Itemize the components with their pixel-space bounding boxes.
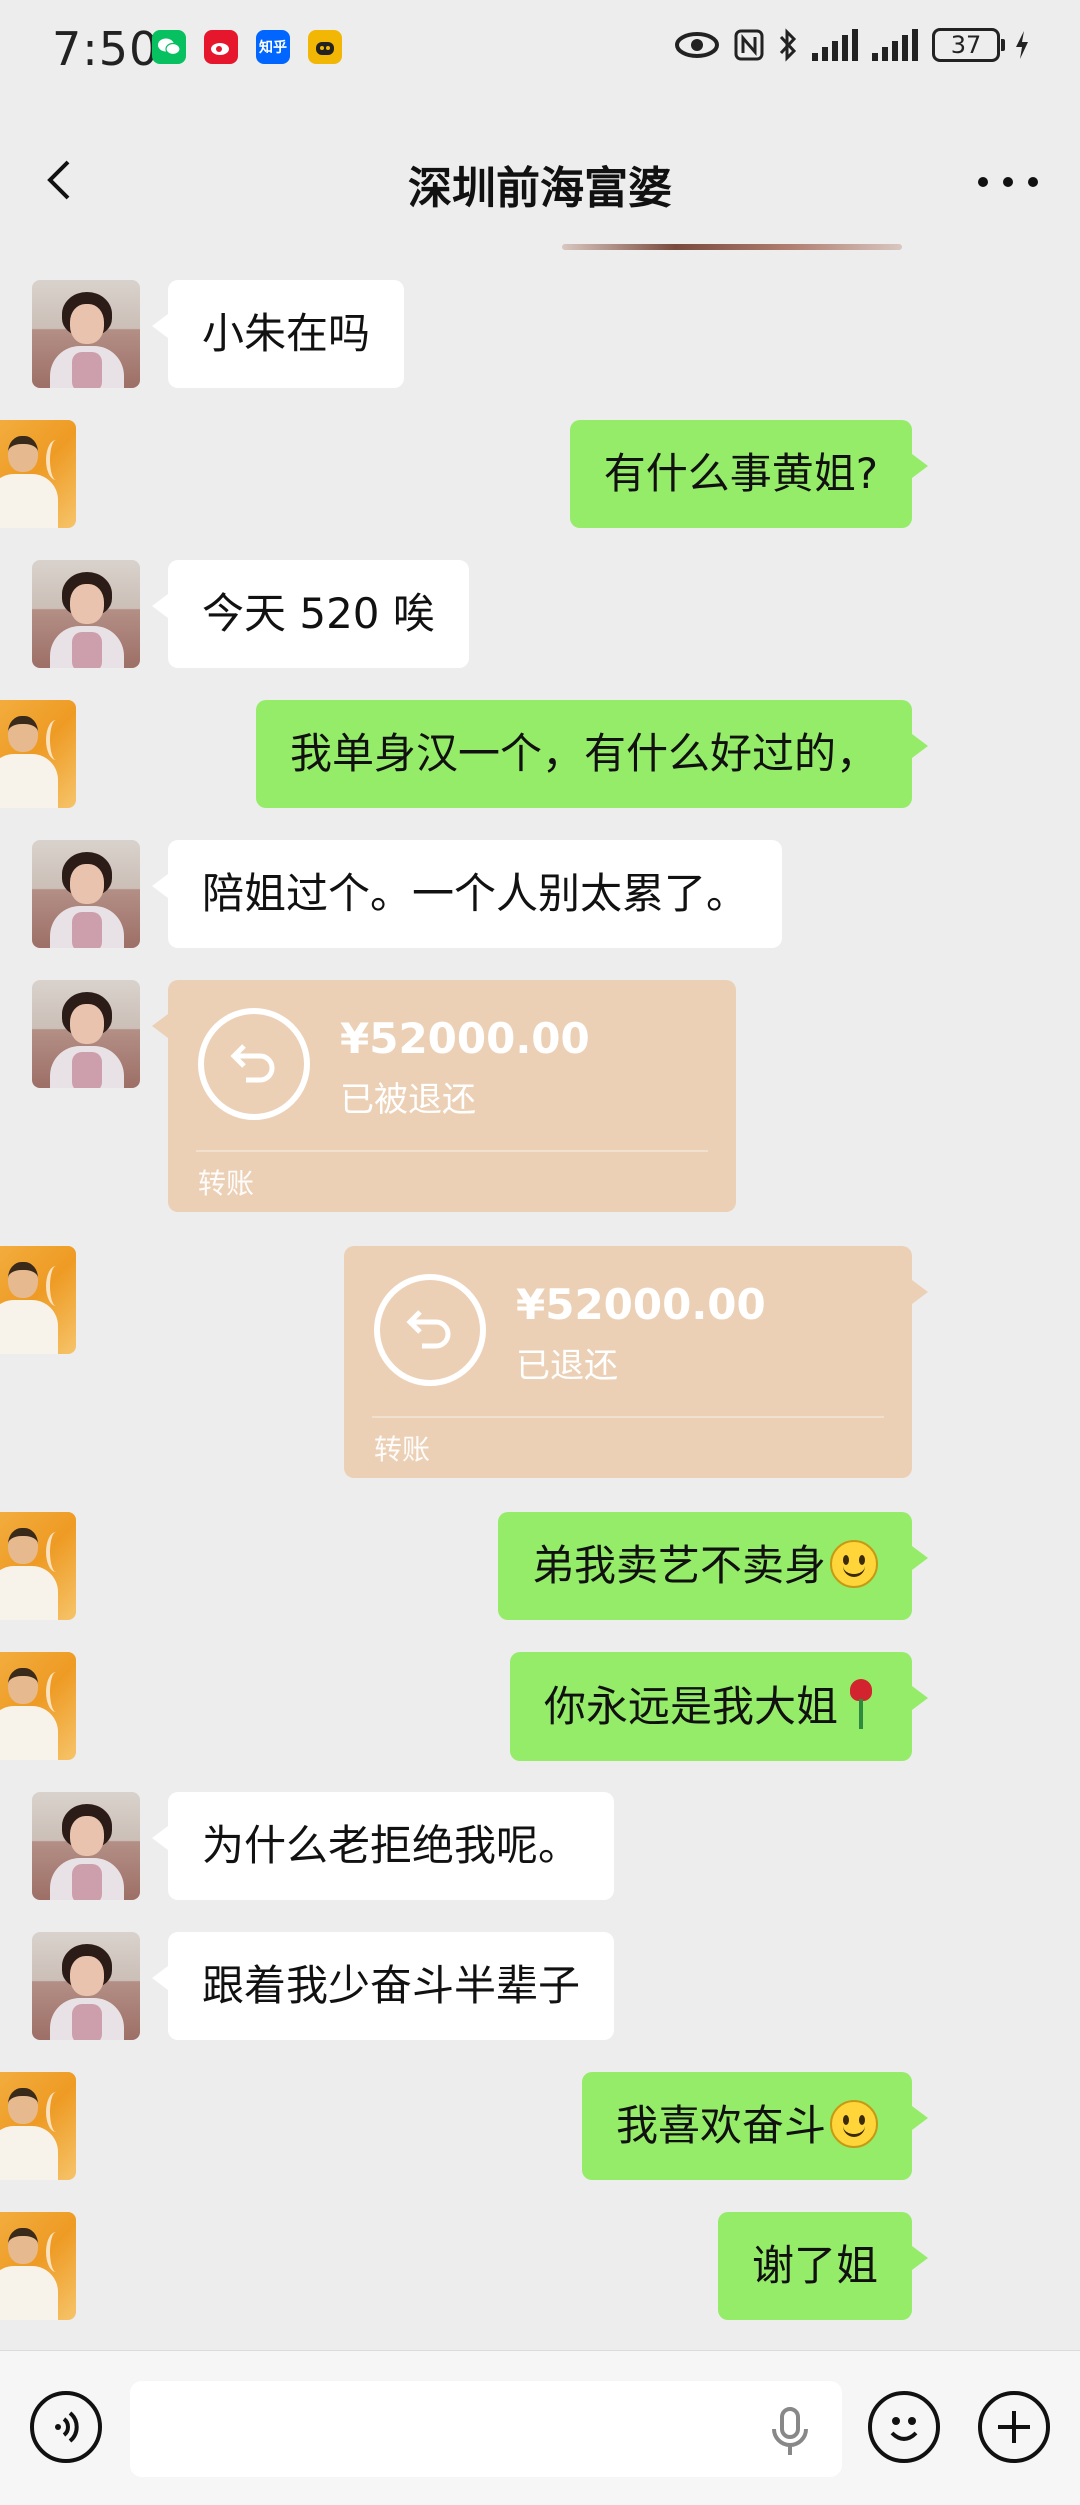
message-text: 弟我卖艺不卖身 xyxy=(531,1541,826,1590)
message-input[interactable] xyxy=(130,2381,842,2477)
plus-icon xyxy=(998,2411,1030,2443)
microphone-icon[interactable] xyxy=(766,2405,814,2457)
avatar-me[interactable] xyxy=(0,2072,76,2180)
rose-emoji-icon xyxy=(844,1677,878,1731)
more-button[interactable] xyxy=(978,158,1038,206)
status-indicators: 37 xyxy=(674,28,1030,62)
avatar-her[interactable] xyxy=(32,280,140,388)
message-bubble[interactable]: 我喜欢奋斗 xyxy=(581,2072,929,2180)
transfer-amount: ¥52000.00 xyxy=(516,1280,766,1329)
transfer-card[interactable]: ¥52000.00 已退还 转账 xyxy=(344,1246,928,1478)
message-bubble[interactable]: 为什么老拒绝我呢。 xyxy=(151,1792,615,1900)
cat-app-icon xyxy=(308,30,342,64)
message-text: 你永远是我大姐 xyxy=(543,1682,838,1731)
eye-icon xyxy=(675,32,719,58)
transfer-divider xyxy=(372,1416,884,1418)
status-bar: 7:50 知乎 37 xyxy=(0,0,1080,100)
message-bubble[interactable]: 今天 520 唉 xyxy=(152,560,469,668)
transfer-label: 转账 xyxy=(198,1167,255,1200)
avatar-her[interactable] xyxy=(32,1792,140,1900)
message-row: 弟我卖艺不卖身 xyxy=(0,1512,1080,1620)
nfc-icon xyxy=(734,29,764,61)
emoji-button[interactable] xyxy=(868,2391,940,2463)
transfer-status: 已被退还 xyxy=(340,1080,476,1120)
message-row: 小朱在吗 xyxy=(0,280,1080,388)
more-dot-icon xyxy=(978,177,988,187)
avatar-me[interactable] xyxy=(0,700,76,808)
signal-icon-2 xyxy=(872,29,918,61)
transfer-card[interactable]: ¥52000.00 已被退还 转账 xyxy=(152,980,736,1212)
weibo-icon xyxy=(204,30,238,64)
more-dot-icon xyxy=(1028,177,1038,187)
chat-title: 深圳前海富婆 xyxy=(408,163,672,214)
avatar-me[interactable] xyxy=(0,1652,76,1760)
message-bubble[interactable]: 跟着我少奋斗半辈子 xyxy=(151,1932,615,2040)
transfer-status: 已退还 xyxy=(516,1346,618,1386)
avatar-me[interactable] xyxy=(0,1246,76,1354)
smile-emoji-icon xyxy=(830,2100,878,2148)
avatar-her[interactable] xyxy=(32,840,140,948)
message-row: 有什么事黄姐? xyxy=(0,420,1080,528)
add-button[interactable] xyxy=(978,2391,1050,2463)
charging-icon xyxy=(1016,31,1028,59)
message-row: 我单身汉一个，有什么好过的， xyxy=(0,700,1080,808)
avatar-her[interactable] xyxy=(32,560,140,668)
message-row: ¥52000.00 已被退还 转账 xyxy=(0,980,1080,1212)
avatar-me[interactable] xyxy=(0,420,76,528)
message-row: 跟着我少奋斗半辈子 xyxy=(0,1932,1080,2040)
zhihu-icon-text: 知乎 xyxy=(259,40,287,56)
zhihu-icon: 知乎 xyxy=(256,30,290,64)
message-row: 谢了姐 xyxy=(0,2212,1080,2320)
transfer-divider xyxy=(196,1150,708,1152)
message-row: 陪姐过个。一个人别太累了。 xyxy=(0,840,1080,948)
avatar-me[interactable] xyxy=(0,1512,76,1620)
avatar-me[interactable] xyxy=(0,2212,76,2320)
bluetooth-icon xyxy=(779,28,797,62)
status-time: 7:50 xyxy=(52,22,160,76)
signal-icon xyxy=(812,29,858,61)
battery-icon: 37 xyxy=(932,28,1005,62)
transfer-label: 转账 xyxy=(374,1433,431,1466)
smile-emoji-icon xyxy=(830,1540,878,1588)
avatar-her[interactable] xyxy=(32,1932,140,2040)
battery-level: 37 xyxy=(950,31,982,59)
voice-wave-icon xyxy=(55,2411,79,2443)
voice-toggle-button[interactable] xyxy=(30,2391,102,2463)
message-bubble[interactable]: 弟我卖艺不卖身 xyxy=(497,1512,929,1620)
return-arrow-icon xyxy=(198,1008,310,1120)
message-row: 为什么老拒绝我呢。 xyxy=(0,1792,1080,1900)
message-row: ¥52000.00 已退还 转账 xyxy=(0,1246,1080,1478)
message-bubble[interactable]: 谢了姐 xyxy=(717,2212,929,2320)
wechat-icon xyxy=(152,30,186,64)
message-bubble[interactable]: 小朱在吗 xyxy=(151,280,405,388)
more-dot-icon xyxy=(1003,177,1013,187)
message-text: 我喜欢奋斗 xyxy=(615,2101,826,2150)
return-arrow-icon xyxy=(374,1274,486,1386)
input-bar xyxy=(0,2350,1080,2505)
transfer-amount: ¥52000.00 xyxy=(340,1014,590,1063)
previous-image-edge xyxy=(562,244,902,250)
message-row: 我喜欢奋斗 xyxy=(0,2072,1080,2180)
message-row: 你永远是我大姐 xyxy=(0,1652,1080,1761)
message-row: 今天 520 唉 xyxy=(0,560,1080,668)
smiley-icon xyxy=(890,2417,918,2441)
message-bubble[interactable]: 我单身汉一个，有什么好过的， xyxy=(255,700,929,808)
message-bubble[interactable]: 陪姐过个。一个人别太累了。 xyxy=(151,840,783,948)
message-bubble[interactable]: 你永远是我大姐 xyxy=(509,1652,929,1761)
avatar-her[interactable] xyxy=(32,980,140,1088)
message-bubble[interactable]: 有什么事黄姐? xyxy=(569,420,929,528)
chat-header: 深圳前海富婆 xyxy=(0,100,1080,260)
